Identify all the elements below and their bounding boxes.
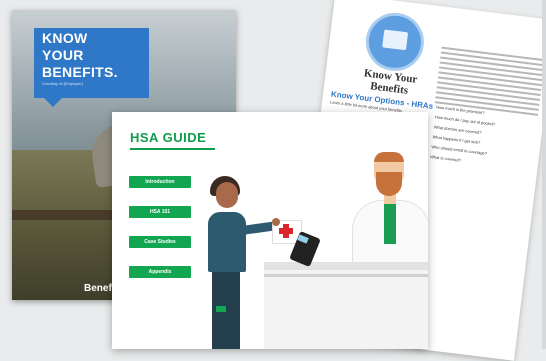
hsa-guide-page: HSA GUIDE Introduction HSA 101 Case Stud…: [112, 112, 428, 349]
brochure-subtitle: Courtesy of [Employer]: [42, 81, 83, 86]
customer-body: [208, 212, 246, 272]
hsa-101-button[interactable]: HSA 101: [129, 206, 191, 218]
guide-title: HSA GUIDE: [130, 130, 207, 145]
document-icon: [382, 29, 409, 51]
page-edge: [542, 0, 546, 349]
customer-head: [216, 182, 238, 208]
pharmacist-hair: [374, 152, 404, 162]
brochure-title-line: BENEFITS.: [42, 64, 118, 80]
customer-hand: [272, 218, 280, 226]
brochure-title-box: KNOW YOUR BENEFITS. Courtesy of [Employe…: [34, 28, 149, 107]
hsa-card: [216, 306, 226, 312]
pharmacy-counter: [264, 270, 428, 349]
benefits-icon: [362, 9, 428, 75]
pharmacist-shirt: [384, 204, 396, 244]
medical-cross-icon: [279, 228, 293, 234]
pharmacist-beard: [376, 172, 402, 196]
brochure-title-line: YOUR: [42, 47, 84, 63]
title-underline: [130, 148, 215, 150]
brochure-title-line: KNOW: [42, 30, 88, 46]
case-studies-button[interactable]: Case Studies: [129, 236, 191, 248]
counter-edge: [264, 274, 428, 277]
introduction-button[interactable]: Introduction: [129, 176, 191, 188]
appendix-button[interactable]: Appendix: [129, 266, 191, 278]
